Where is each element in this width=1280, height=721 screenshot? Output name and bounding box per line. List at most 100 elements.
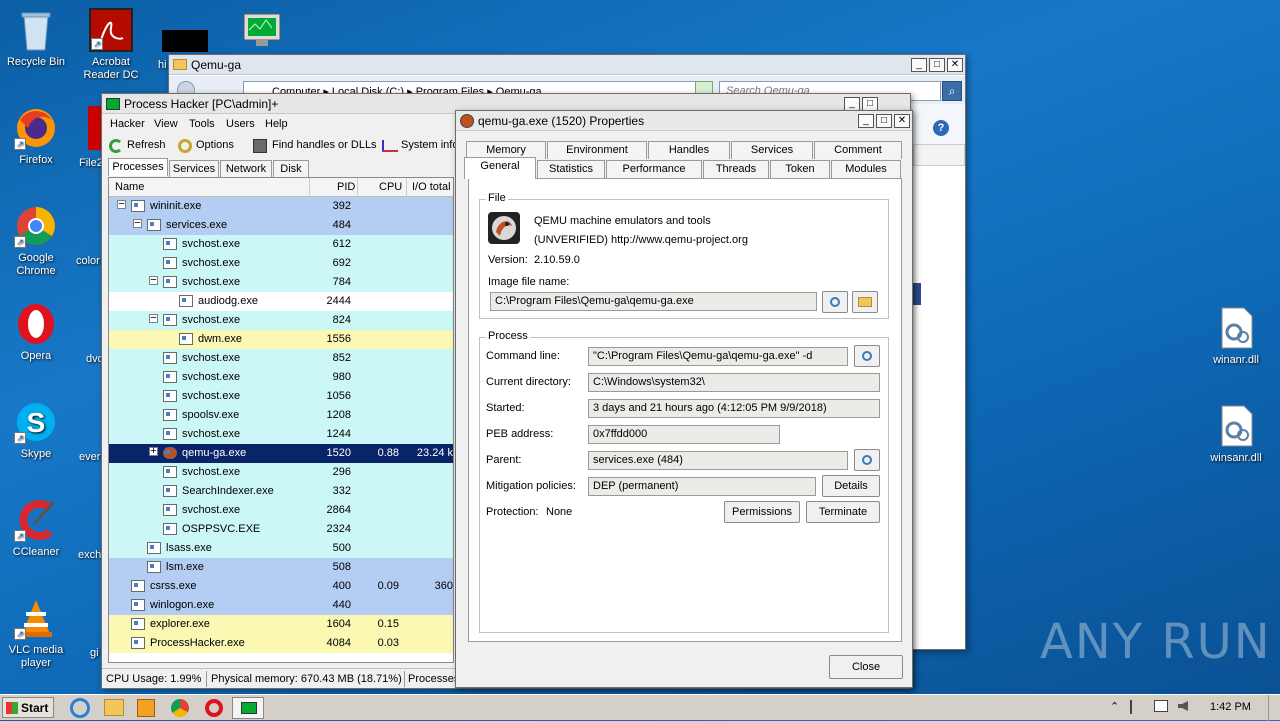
volume-icon[interactable] [1178, 701, 1188, 711]
process-row[interactable]: − services.exe 484 [109, 216, 453, 235]
menu-view[interactable]: View [154, 118, 178, 130]
tree-expander[interactable]: − [133, 218, 142, 229]
process-row[interactable]: + qemu-ga.exe 1520 0.88 23.24 k [109, 444, 453, 463]
explorer-titlebar[interactable]: Qemu-ga _ □ ✕ [169, 55, 965, 75]
explorer-selected-item[interactable] [913, 283, 921, 305]
chrome-taskbar-icon[interactable] [171, 699, 189, 717]
tab-performance[interactable]: Performance [606, 160, 702, 178]
process-row[interactable]: SearchIndexer.exe 332 [109, 482, 453, 501]
minimize-button[interactable]: _ [911, 57, 927, 72]
process-row[interactable]: audiodg.exe 2444 [109, 292, 453, 311]
maximize-button[interactable]: □ [862, 97, 878, 111]
explorer-taskbar-icon[interactable] [104, 699, 124, 716]
help-icon[interactable]: ? [933, 120, 949, 136]
desktop-icon-winsanr[interactable]: winsanr.dll [1200, 404, 1272, 465]
permissions-button[interactable]: Permissions [724, 501, 800, 523]
process-hacker-taskbar-button[interactable] [232, 697, 264, 719]
column-io-total[interactable]: I/O total [412, 181, 451, 193]
desktop-icon-acrobat[interactable]: ↗ Acrobat Reader DC [75, 8, 147, 82]
minimize-button[interactable]: _ [858, 113, 874, 128]
process-row[interactable]: explorer.exe 1604 0.15 [109, 615, 453, 634]
minimize-button[interactable]: _ [844, 97, 860, 111]
process-row[interactable]: spoolsv.exe 1208 [109, 406, 453, 425]
terminate-button[interactable]: Terminate [806, 501, 880, 523]
process-row[interactable]: svchost.exe 296 [109, 463, 453, 482]
process-row[interactable]: svchost.exe 852 [109, 349, 453, 368]
process-row[interactable]: svchost.exe 692 [109, 254, 453, 273]
tab-disk[interactable]: Disk [273, 160, 309, 178]
desktop-icon-firefox[interactable]: ↗ Firefox [0, 106, 72, 167]
desktop-icon-ccleaner[interactable]: ↗ CCleaner [0, 498, 72, 559]
process-row[interactable]: − svchost.exe 824 [109, 311, 453, 330]
maximize-button[interactable]: □ [929, 57, 945, 72]
options-button[interactable]: Options [196, 139, 234, 151]
menu-users[interactable]: Users [226, 118, 255, 130]
process-row[interactable]: ProcessHacker.exe 4084 0.03 [109, 634, 453, 653]
details-button[interactable]: Details [822, 475, 880, 497]
process-row[interactable]: svchost.exe 1244 [109, 425, 453, 444]
inspect-image-button[interactable] [822, 291, 848, 313]
desktop-icon-winanr[interactable]: winanr.dll [1200, 306, 1272, 367]
desktop-icon-vlc[interactable]: ↗ VLC media player [0, 596, 72, 670]
menu-hacker[interactable]: Hacker [110, 118, 145, 130]
peb-address-field[interactable]: 0x7ffdd000 [588, 425, 780, 444]
process-row[interactable]: − svchost.exe 784 [109, 273, 453, 292]
command-line-field[interactable]: "C:\Program Files\Qemu-ga\qemu-ga.exe" -… [588, 347, 848, 366]
start-button[interactable]: Start [2, 697, 54, 718]
maximize-button[interactable]: □ [876, 113, 892, 128]
tab-general[interactable]: General [464, 157, 536, 179]
inspect-parent-button[interactable] [854, 449, 880, 471]
tree-expander[interactable]: + [149, 446, 158, 457]
system-info-button[interactable]: System info [401, 139, 458, 151]
opera-taskbar-icon[interactable] [205, 699, 223, 717]
column-name[interactable]: Name [115, 181, 144, 193]
media-player-icon[interactable] [137, 699, 155, 717]
search-icon[interactable]: ⌕ [942, 81, 962, 101]
parent-field[interactable]: services.exe (484) [588, 451, 848, 470]
desktop-icon-recycle-bin[interactable]: Recycle Bin [0, 8, 72, 69]
properties-titlebar[interactable]: qemu-ga.exe (1520) Properties _ □ ✕ [456, 111, 912, 131]
properties-dialog[interactable]: qemu-ga.exe (1520) Properties _ □ ✕ Memo… [455, 110, 913, 688]
monitor-app-icon[interactable] [240, 12, 284, 52]
clock[interactable]: 1:42 PM [1210, 701, 1251, 713]
network-icon[interactable] [1154, 700, 1168, 712]
process-row[interactable]: svchost.exe 2864 [109, 501, 453, 520]
process-row[interactable]: lsass.exe 500 [109, 539, 453, 558]
desktop-partial-icon[interactable] [88, 106, 102, 150]
column-pid[interactable]: PID [337, 181, 355, 193]
process-row[interactable]: OSPPSVC.EXE 2324 [109, 520, 453, 539]
desktop-icon-black-thumb[interactable] [162, 30, 208, 52]
tree-expander[interactable]: − [149, 313, 158, 324]
process-row[interactable]: svchost.exe 980 [109, 368, 453, 387]
tab-services[interactable]: Services [169, 160, 219, 178]
current-directory-field[interactable]: C:\Windows\system32\ [588, 373, 880, 392]
process-row[interactable]: dwm.exe 1556 [109, 330, 453, 349]
open-folder-button[interactable] [852, 291, 878, 313]
process-row[interactable]: svchost.exe 1056 [109, 387, 453, 406]
desktop-icon-opera[interactable]: Opera [0, 302, 72, 363]
process-row[interactable]: lsm.exe 508 [109, 558, 453, 577]
menu-tools[interactable]: Tools [189, 118, 215, 130]
mitigation-field[interactable]: DEP (permanent) [588, 477, 816, 496]
inspect-command-button[interactable] [854, 345, 880, 367]
process-row[interactable]: − wininit.exe 392 [109, 197, 453, 216]
find-handles-button[interactable]: Find handles or DLLs [272, 139, 377, 151]
tab-statistics[interactable]: Statistics [537, 160, 605, 178]
process-row[interactable]: csrss.exe 400 0.09 360 [109, 577, 453, 596]
tab-comment[interactable]: Comment [814, 141, 902, 159]
tab-token[interactable]: Token [770, 160, 830, 178]
tree-expander[interactable]: − [149, 275, 158, 286]
desktop-icon-skype[interactable]: S ↗ Skype [0, 400, 72, 461]
process-list[interactable]: Name PID CPU I/O total − wininit.exe 392− s… [108, 177, 454, 663]
desktop-icon-chrome[interactable]: ↗ Google Chrome [0, 204, 72, 278]
tab-services[interactable]: Services [731, 141, 813, 159]
tree-expander[interactable]: − [117, 199, 126, 210]
process-row[interactable]: winlogon.exe 440 [109, 596, 453, 615]
action-center-flag-icon[interactable] [1130, 700, 1142, 714]
ie-icon[interactable] [70, 698, 90, 718]
started-field[interactable]: 3 days and 21 hours ago (4:12:05 PM 9/9/… [588, 399, 880, 418]
show-desktop-button[interactable] [1268, 695, 1280, 721]
refresh-button[interactable]: Refresh [127, 139, 166, 151]
tab-threads[interactable]: Threads [703, 160, 769, 178]
close-dialog-button[interactable]: Close [829, 655, 903, 679]
